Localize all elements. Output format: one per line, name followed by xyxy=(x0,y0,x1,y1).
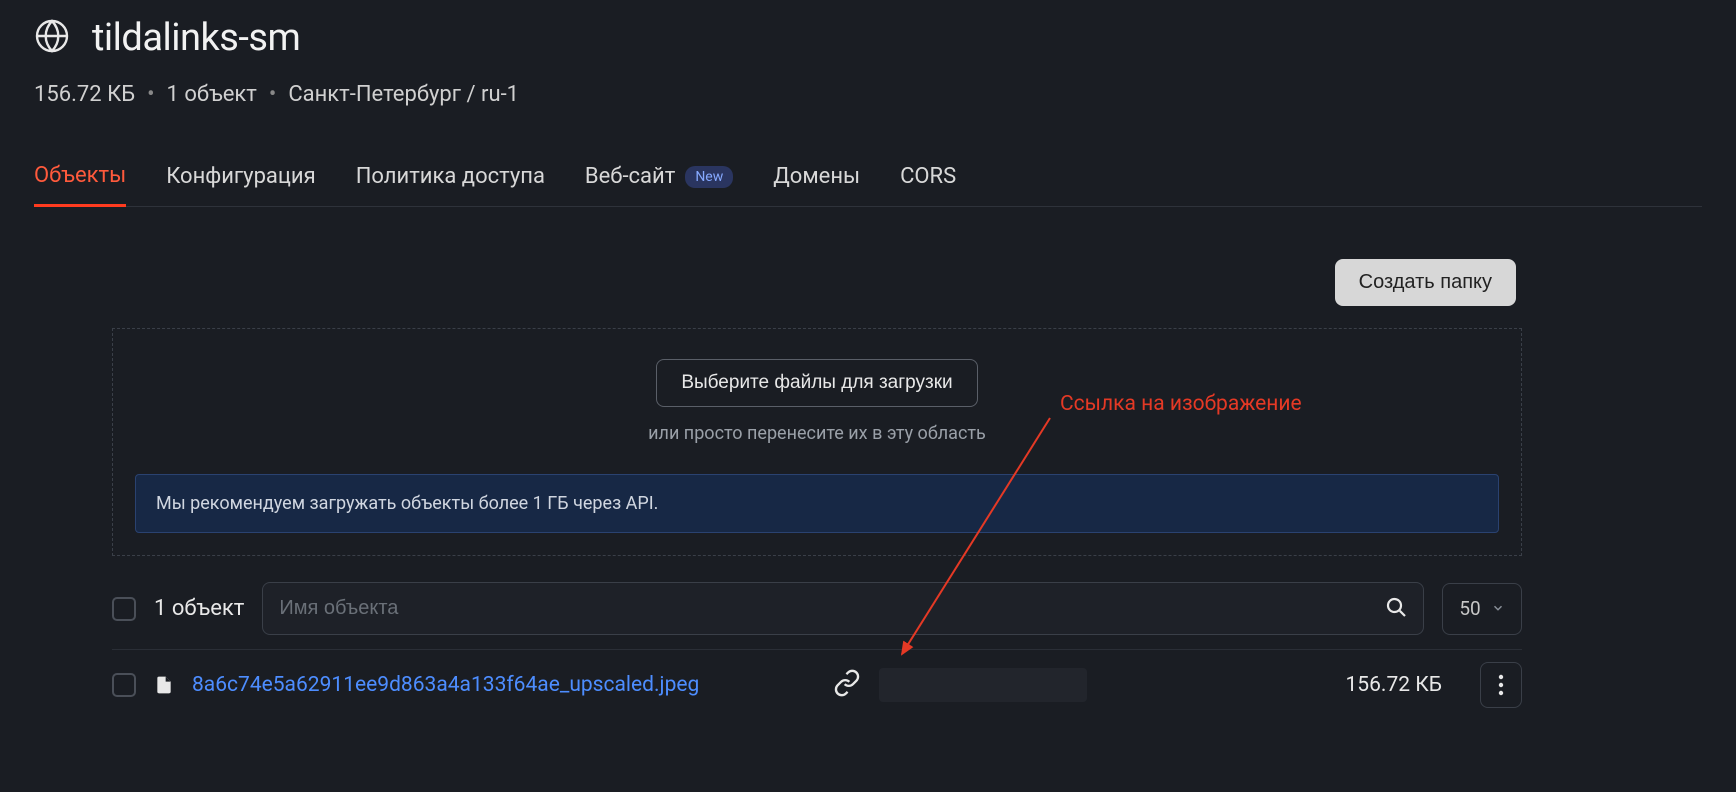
file-size: 156.72 КБ xyxy=(1346,673,1463,697)
file-icon xyxy=(154,673,174,697)
file-name-link[interactable]: 8a6c74e5a62911ee9d863a4a133f64ae_upscale… xyxy=(192,673,699,697)
row-actions-menu[interactable] xyxy=(1480,662,1522,708)
bucket-meta: 156.72 КБ • 1 объект • Санкт-Петербург /… xyxy=(34,82,1702,107)
tab-domains[interactable]: Домены xyxy=(773,163,860,206)
upload-info-banner: Мы рекомендуем загружать объекты более 1… xyxy=(135,474,1499,533)
tab-website[interactable]: Веб-сайт New xyxy=(585,163,733,206)
table-row: 8a6c74e5a62911ee9d863a4a133f64ae_upscale… xyxy=(112,649,1522,720)
upload-dropzone[interactable]: Выберите файлы для загрузки или просто п… xyxy=(112,328,1522,556)
page-size-select[interactable]: 50 xyxy=(1442,583,1522,635)
tabs: Объекты Конфигурация Политика доступа Ве… xyxy=(34,163,1702,207)
annotation-label: Ссылка на изображение xyxy=(1060,392,1302,416)
meta-size: 156.72 КБ xyxy=(34,82,135,107)
meta-objects: 1 объект xyxy=(167,82,257,107)
object-count: 1 объект xyxy=(154,596,244,621)
tab-config[interactable]: Конфигурация xyxy=(166,163,316,206)
redacted-region xyxy=(879,668,1087,702)
globe-icon xyxy=(34,18,70,58)
link-icon[interactable] xyxy=(833,669,861,701)
tab-cors[interactable]: CORS xyxy=(900,163,956,206)
meta-region: Санкт-Петербург / ru-1 xyxy=(288,82,519,107)
search-input[interactable] xyxy=(262,582,1424,635)
page-title: tildalinks-sm xyxy=(92,16,300,60)
upload-hint: или просто перенесите их в эту область xyxy=(648,423,986,444)
badge-new: New xyxy=(685,166,733,188)
tab-policy[interactable]: Политика доступа xyxy=(356,163,545,206)
tab-website-label: Веб-сайт xyxy=(585,164,675,189)
row-checkbox[interactable] xyxy=(112,673,136,697)
chevron-down-icon xyxy=(1491,597,1505,620)
page-size-value: 50 xyxy=(1459,597,1480,620)
create-folder-button[interactable]: Создать папку xyxy=(1335,259,1516,306)
tab-objects[interactable]: Объекты xyxy=(34,163,126,207)
search-icon[interactable] xyxy=(1384,595,1408,623)
select-files-button[interactable]: Выберите файлы для загрузки xyxy=(656,359,977,407)
select-all-checkbox[interactable] xyxy=(112,597,136,621)
